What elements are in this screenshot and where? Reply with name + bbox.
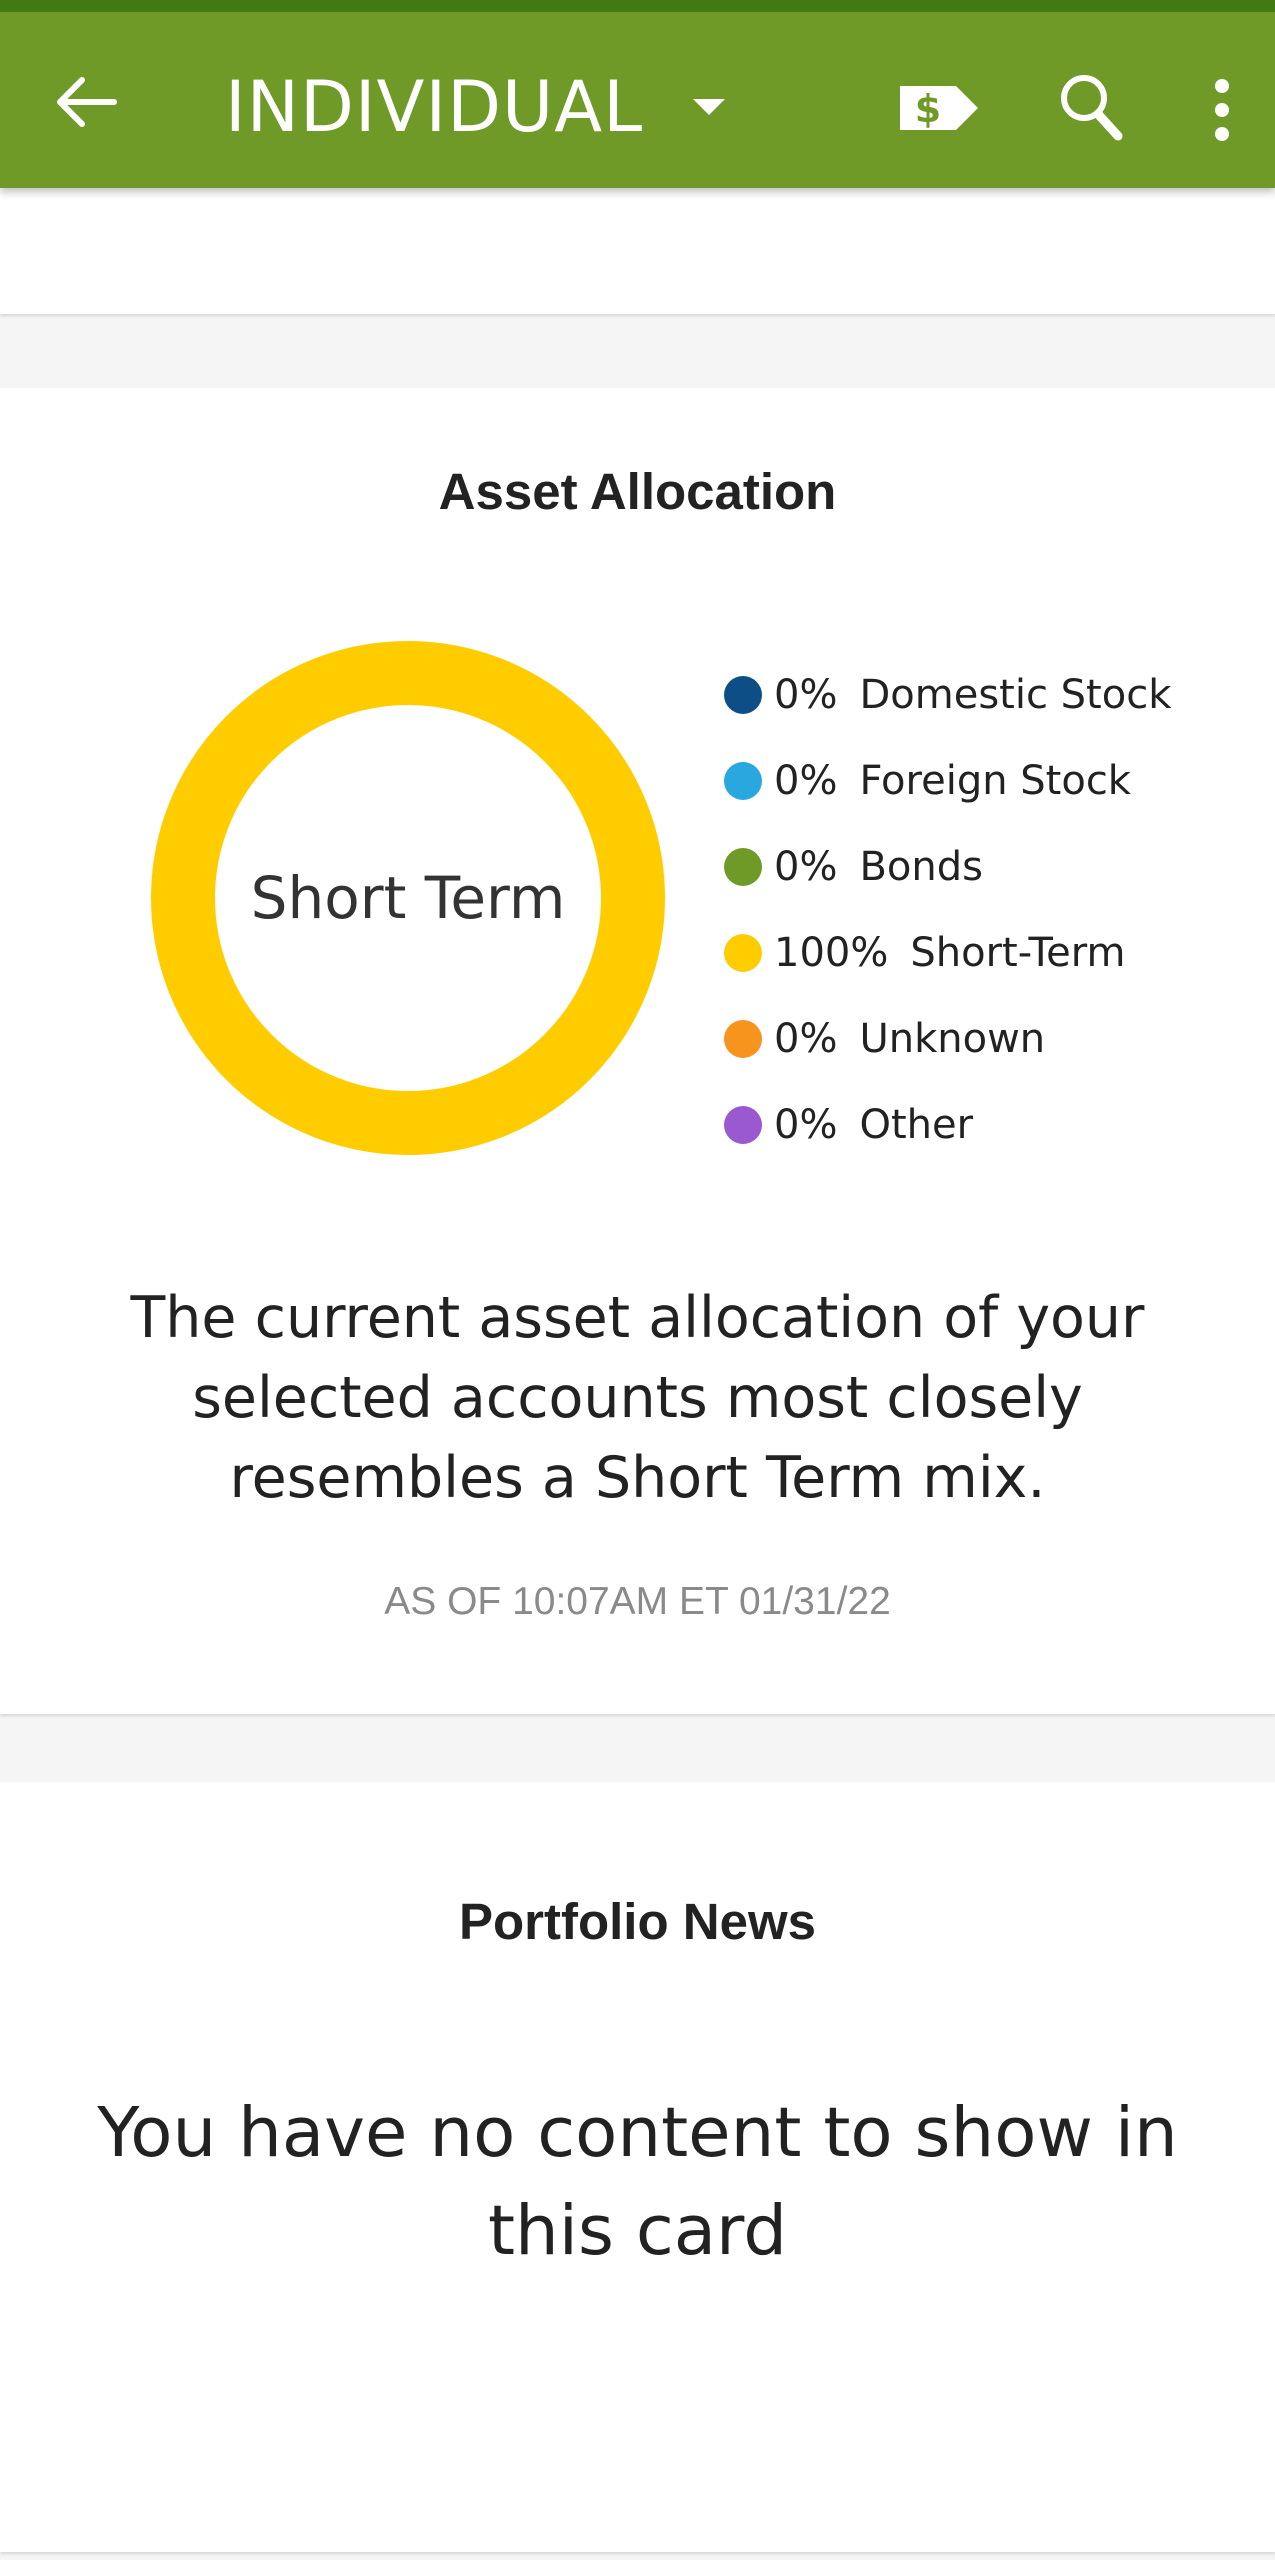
legend-item: 0% Domestic Stock	[724, 652, 1171, 738]
allocation-summary: The current asset allocation of your sel…	[130, 1285, 1145, 1511]
legend-item: 0% Unknown	[724, 996, 1171, 1082]
legend-color-dot	[724, 676, 762, 714]
legend-percent: 0%	[774, 844, 838, 890]
allocation-legend: 0% Domestic Stock 0% Foreign Stock 0% Bonds 10…	[724, 652, 1171, 1168]
legend-percent: 100%	[774, 930, 889, 976]
legend-color-dot	[724, 762, 762, 800]
legend-item: 100% Short-Term	[724, 910, 1171, 996]
more-vert-icon[interactable]	[1212, 78, 1232, 142]
asset-allocation-title: Asset Allocation	[438, 463, 837, 520]
portfolio-news-card: Portfolio News You have no content to sh…	[0, 1782, 1275, 2552]
legend-color-dot	[724, 934, 762, 972]
legend-label: Other	[859, 1102, 974, 1148]
empty-state-message: You have no content to show in this card	[97, 2093, 1178, 2271]
svg-text:$: $	[915, 87, 941, 131]
donut-center-label: Short Term	[250, 864, 566, 932]
legend-item: 0% Other	[724, 1082, 1171, 1168]
legend-label: Unknown	[859, 1016, 1046, 1062]
app-bar: INDIVIDUAL $	[0, 0, 1275, 188]
account-title: INDIVIDUAL	[225, 66, 644, 148]
asset-allocation-card: Asset Allocation Short Term 0% Domestic S…	[0, 388, 1275, 1714]
dropdown-caret-icon	[693, 99, 726, 115]
portfolio-news-title: Portfolio News	[458, 1893, 817, 1950]
legend-percent: 0%	[774, 1016, 838, 1062]
legend-label: Bonds	[859, 844, 983, 890]
legend-item: 0% Bonds	[724, 824, 1171, 910]
legend-percent: 0%	[774, 1102, 838, 1148]
legend-color-dot	[724, 1020, 762, 1058]
search-icon[interactable]	[1058, 72, 1124, 144]
back-arrow-icon[interactable]	[52, 72, 122, 132]
previous-card	[0, 188, 1275, 314]
legend-item: 0% Foreign Stock	[724, 738, 1171, 824]
as-of-timestamp: AS OF 10:07AM ET 01/31/22	[384, 1580, 891, 1623]
legend-label: Domestic Stock	[859, 672, 1172, 718]
legend-percent: 0%	[774, 672, 838, 718]
legend-label: Short-Term	[910, 930, 1126, 976]
legend-color-dot	[724, 1106, 762, 1144]
legend-color-dot	[724, 848, 762, 886]
account-selector[interactable]: INDIVIDUAL	[225, 62, 726, 152]
dollar-tag-icon[interactable]: $	[898, 82, 980, 134]
legend-label: Foreign Stock	[859, 758, 1131, 804]
legend-percent: 0%	[774, 758, 838, 804]
